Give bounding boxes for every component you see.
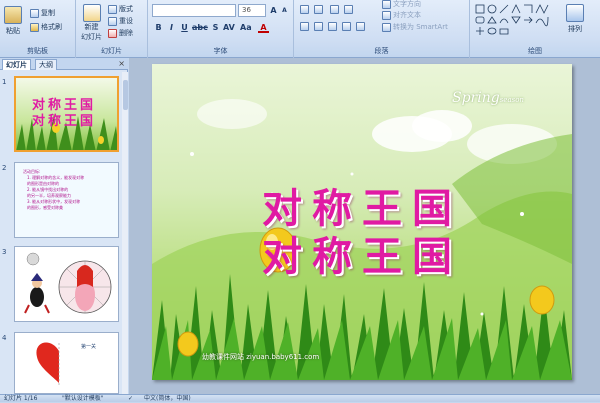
numbering-icon[interactable] <box>314 5 323 14</box>
pane-tabs: 幻灯片 大纲 × <box>0 58 128 70</box>
convert-smartart-button[interactable]: 转换为 SmartArt <box>382 22 448 32</box>
slide-number: 1 <box>2 78 7 86</box>
thumb-2-text: 活动目标: 1. 理解对称的含义，能发现对称 的图形是由对称的 2. 能从镜中找… <box>23 169 85 210</box>
new-slide-button[interactable]: 新建 幻灯片 <box>81 4 102 42</box>
format-painter-button[interactable]: 格式刷 <box>30 22 62 32</box>
delete-icon <box>108 28 117 38</box>
clipboard-group: 粘贴 复制 格式刷 剪贴板 <box>0 0 76 58</box>
slides-group-label: 幻灯片 <box>101 47 122 55</box>
spring-decoration-text: Springseason <box>452 90 524 106</box>
slide-thumbnail-3[interactable] <box>14 246 119 322</box>
drawing-group: 排列 绘图 <box>470 0 600 58</box>
thumb-4-label: 第一关 <box>81 344 97 350</box>
status-bar: 幻灯片 1/16 "默认设计模板" ✓ 中文(简体，中国) <box>0 394 600 402</box>
change-case-button[interactable]: Aa <box>240 22 252 33</box>
bullets-icon[interactable] <box>300 5 309 14</box>
char-spacing-button[interactable]: AV <box>223 22 235 33</box>
tab-outline[interactable]: 大纲 <box>35 59 57 70</box>
arrange-button[interactable]: 排列 <box>566 4 584 34</box>
slides-scrollbar[interactable] <box>122 72 128 394</box>
slides-group: 新建 幻灯片 版式 重设 删除 幻灯片 <box>76 0 148 58</box>
slide-title-line-2[interactable]: 对称王国 <box>152 224 572 282</box>
reset-icon <box>108 16 117 26</box>
font-name-box[interactable] <box>152 4 236 17</box>
reset-button[interactable]: 重设 <box>108 16 133 26</box>
increase-indent-icon[interactable] <box>344 5 353 14</box>
slide-number: 2 <box>2 164 7 172</box>
paste-icon <box>4 6 22 24</box>
copy-icon <box>30 8 39 18</box>
font-size-box[interactable]: 36 <box>238 4 266 17</box>
align-left-icon[interactable] <box>300 22 309 31</box>
paragraph-group-label: 段落 <box>374 47 389 55</box>
decrease-indent-icon[interactable] <box>330 5 339 14</box>
shrink-font-button[interactable]: A <box>279 5 290 16</box>
layout-button[interactable]: 版式 <box>108 4 133 14</box>
arrange-icon <box>566 4 584 22</box>
slide-number: 3 <box>2 248 7 256</box>
thumb-4-heart <box>36 342 60 387</box>
drawing-group-label: 绘图 <box>528 47 542 55</box>
italic-button[interactable]: I <box>166 22 177 33</box>
font-group: 36 A A B I U abc S AV Aa A 字体 <box>148 0 294 58</box>
align-center-icon[interactable] <box>314 22 323 31</box>
underline-button[interactable]: U <box>179 22 190 33</box>
align-right-icon[interactable] <box>328 22 337 31</box>
layout-icon <box>108 4 117 14</box>
new-slide-icon <box>82 4 101 22</box>
text-direction-icon <box>382 0 391 9</box>
text-direction-button[interactable]: 文字方向 <box>382 0 421 9</box>
ribbon: 粘贴 复制 格式刷 剪贴板 新建 幻灯片 版式 重设 删除 幻灯片 36 A A… <box>0 0 600 58</box>
clipboard-group-label: 剪贴板 <box>27 47 48 55</box>
font-group-label: 字体 <box>213 47 228 55</box>
slide-number: 4 <box>2 334 7 342</box>
shapes-gallery[interactable] <box>474 3 562 37</box>
scrollbar-thumb[interactable] <box>123 80 128 110</box>
align-text-icon <box>382 10 391 20</box>
thumb-3-figures <box>24 252 112 314</box>
paragraph-group: 文字方向 对齐文本 转换为 SmartArt 段落 <box>294 0 470 58</box>
columns-icon[interactable] <box>356 22 365 31</box>
current-slide[interactable]: Springseason 对称王国 对称王国 幼教课件网站 ziyuan.bab… <box>152 64 572 380</box>
justify-icon[interactable] <box>342 22 351 31</box>
strikethrough-button[interactable]: abc <box>192 22 208 33</box>
paste-button[interactable]: 粘贴 <box>4 6 22 36</box>
close-pane-icon[interactable]: × <box>118 59 125 68</box>
delete-slide-button[interactable]: 删除 <box>108 28 133 38</box>
thumb-1-title: 对称王国 对称王国 <box>32 98 97 129</box>
watermark-text: 幼教课件网站 ziyuan.baby611.com <box>202 353 320 361</box>
brush-icon <box>30 22 39 32</box>
grow-font-button[interactable]: A <box>268 5 279 16</box>
smartart-icon <box>382 22 391 32</box>
slide-thumbnail-2[interactable]: 活动目标: 1. 理解对称的含义，能发现对称 的图形是由对称的 2. 能从镜中找… <box>14 162 119 238</box>
tab-slides[interactable]: 幻灯片 <box>2 59 31 70</box>
slides-pane: 幻灯片 大纲 × 1 对称王国 对称王国 2 活动目标: 1. 理解对称的含义，… <box>0 58 128 394</box>
bold-button[interactable]: B <box>153 22 164 33</box>
shadow-button[interactable]: S <box>210 22 221 33</box>
align-text-button[interactable]: 对齐文本 <box>382 10 421 20</box>
slide-thumbnail-1[interactable]: 对称王国 对称王国 <box>14 76 119 152</box>
font-color-button[interactable]: A <box>258 22 269 33</box>
copy-button[interactable]: 复制 <box>30 8 55 18</box>
slide-thumbnail-4[interactable]: 第一关 <box>14 332 119 394</box>
